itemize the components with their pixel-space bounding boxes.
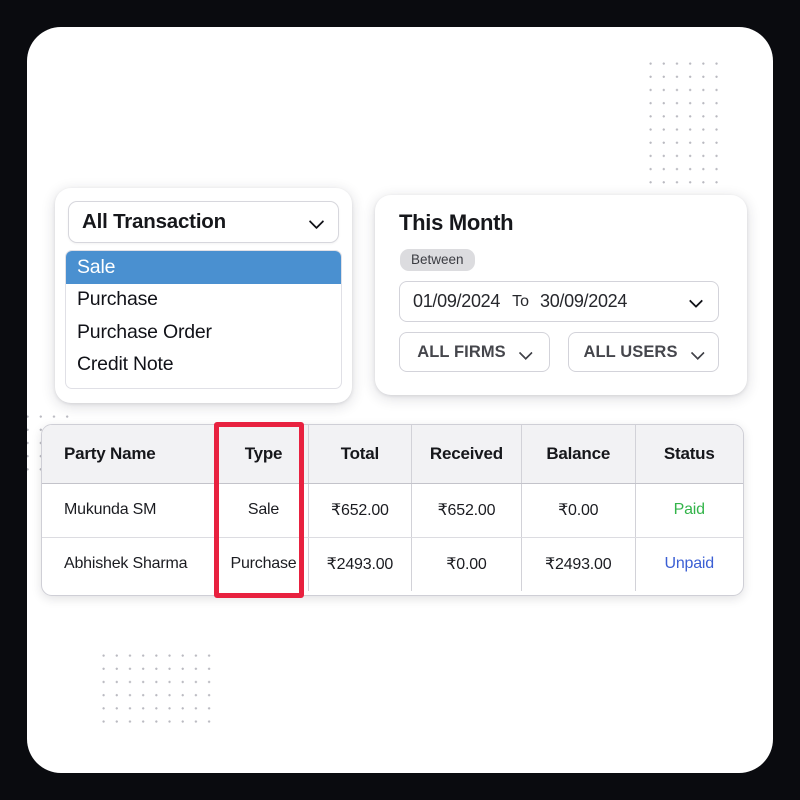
from-date-value: 01/09/2024 <box>413 291 501 311</box>
cell-type: Sale <box>218 483 309 538</box>
date-range-separator: To <box>512 292 529 310</box>
option-purchase-order[interactable]: Purchase Order <box>66 316 341 349</box>
device-frame: All Transaction Sale Purchase Purchase O… <box>0 0 800 800</box>
cell-type: Purchase <box>218 537 309 591</box>
cell-received: ₹652.00 <box>411 483 522 538</box>
chevron-down-icon <box>309 214 325 230</box>
all-users-select[interactable]: ALL USERS <box>568 332 719 372</box>
cell-total: ₹2493.00 <box>308 537 412 591</box>
all-firms-select[interactable]: ALL FIRMS <box>399 332 550 372</box>
transaction-filter-card: All Transaction Sale Purchase Purchase O… <box>55 188 352 403</box>
column-header-type[interactable]: Type <box>218 425 309 484</box>
column-header-party-name[interactable]: Party Name <box>42 425 220 484</box>
table-row[interactable]: Abhishek Sharma Purchase ₹2493.00 ₹0.00 … <box>42 537 743 591</box>
transaction-type-select[interactable]: All Transaction <box>68 201 339 243</box>
cell-total: ₹652.00 <box>308 483 412 538</box>
to-date-value: 30/09/2024 <box>540 291 628 311</box>
option-label: Purchase <box>77 288 158 311</box>
app-page: All Transaction Sale Purchase Purchase O… <box>27 27 773 773</box>
transactions-table: Party Name Type Total Received Balance S… <box>41 424 744 596</box>
entity-filter-row: ALL FIRMS ALL USERS <box>399 332 719 372</box>
cell-party-name: Abhishek Sharma <box>42 537 220 591</box>
option-credit-note[interactable]: Credit Note <box>66 349 341 382</box>
option-label: Sale <box>77 255 116 278</box>
chevron-down-icon <box>691 346 704 359</box>
option-sale[interactable]: Sale <box>66 251 341 284</box>
option-label: Credit Note <box>77 353 174 376</box>
table-row[interactable]: Mukunda SM Sale ₹652.00 ₹652.00 ₹0.00 Pa… <box>42 483 743 538</box>
between-badge: Between <box>400 249 475 271</box>
column-header-total[interactable]: Total <box>308 425 412 484</box>
decorative-dot-grid-bottom-left <box>95 647 216 728</box>
date-range-title: This Month <box>399 210 514 235</box>
cell-party-name: Mukunda SM <box>42 483 220 538</box>
transaction-type-option-list[interactable]: Sale Purchase Purchase Order Credit Note <box>65 250 342 389</box>
all-firms-label: ALL FIRMS <box>417 342 506 361</box>
all-users-label: ALL USERS <box>583 342 678 361</box>
cell-balance: ₹2493.00 <box>521 537 636 591</box>
column-header-status[interactable]: Status <box>635 425 743 484</box>
cell-received: ₹0.00 <box>411 537 522 591</box>
chevron-down-icon <box>519 346 532 359</box>
column-header-balance[interactable]: Balance <box>521 425 636 484</box>
chevron-down-icon <box>689 294 705 310</box>
option-label: Purchase Order <box>77 320 212 343</box>
date-filter-card: This Month Between 01/09/2024 To 30/09/2… <box>375 195 747 395</box>
date-range-selector[interactable]: 01/09/2024 To 30/09/2024 <box>399 281 719 322</box>
decorative-dot-grid-top-right <box>642 55 722 185</box>
table-header-row: Party Name Type Total Received Balance S… <box>42 425 743 484</box>
status-badge: Paid <box>635 483 743 538</box>
transaction-type-selected-value: All Transaction <box>82 210 226 233</box>
cell-balance: ₹0.00 <box>521 483 636 538</box>
option-purchase[interactable]: Purchase <box>66 284 341 317</box>
status-badge: Unpaid <box>664 555 714 573</box>
column-header-received[interactable]: Received <box>411 425 522 484</box>
